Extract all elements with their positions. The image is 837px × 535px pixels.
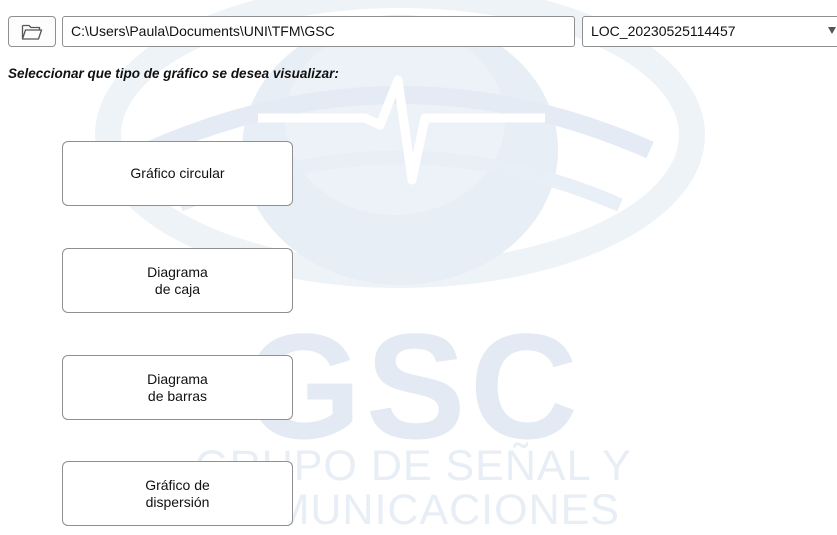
button-label-line: Gráfico circular [130, 165, 225, 181]
button-label-line: de barras [147, 387, 208, 404]
box-plot-button[interactable]: Diagrama de caja [62, 248, 293, 313]
chart-type-prompt: Seleccionar que tipo de gráfico se desea… [8, 66, 339, 81]
button-label-line: Diagrama [147, 370, 208, 387]
scatter-plot-button[interactable]: Gráfico de dispersión [62, 461, 293, 526]
button-label-line: Diagrama [147, 263, 208, 280]
open-folder-button[interactable] [8, 16, 56, 47]
button-label-line: de caja [154, 280, 201, 297]
button-label-line: dispersión [145, 493, 210, 510]
bar-chart-button[interactable]: Diagrama de barras [62, 355, 293, 420]
folder-path-field[interactable]: C:\Users\Paula\Documents\UNI\TFM\GSC [62, 16, 575, 47]
location-select[interactable]: LOC_20230525114457 [582, 16, 837, 47]
caret-down-icon[interactable] [828, 27, 836, 34]
pie-chart-button[interactable]: Gráfico circular [62, 141, 293, 206]
folder-open-icon [21, 24, 43, 40]
button-label-line: Gráfico de [145, 476, 210, 493]
